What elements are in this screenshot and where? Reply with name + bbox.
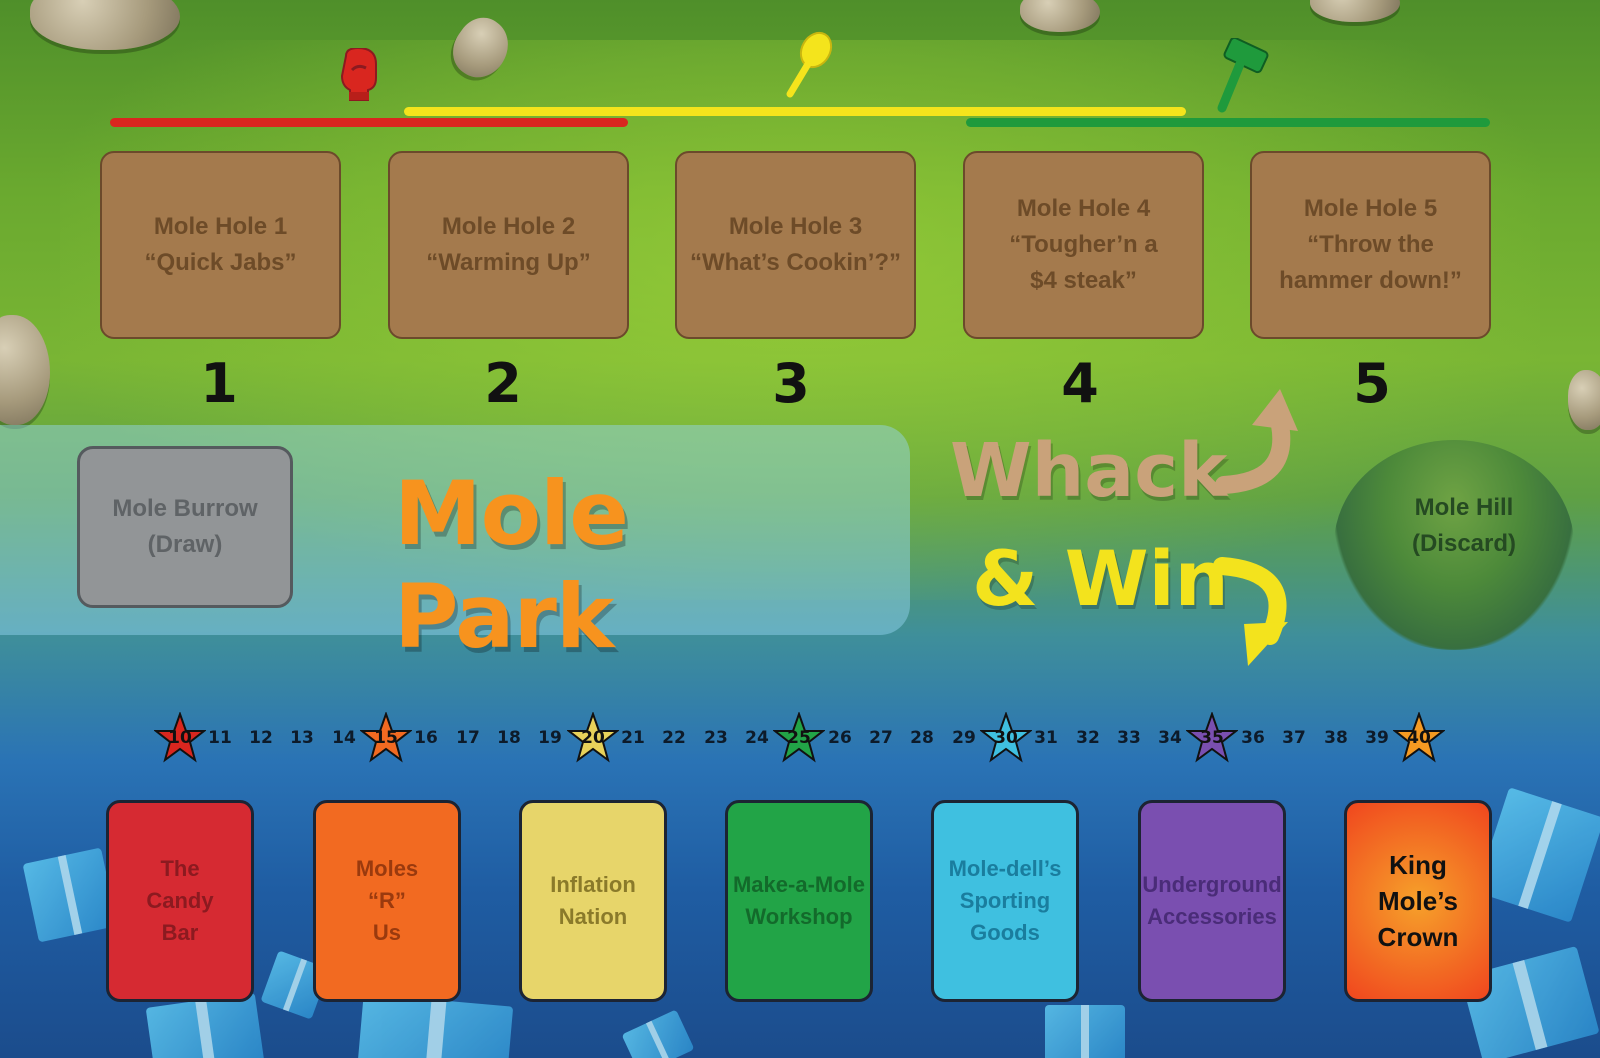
star-20: 20	[566, 710, 620, 764]
mole-hole-card-4[interactable]: Mole Hole 4 “Tougher’n a $4 steak”	[963, 151, 1204, 339]
rock-decoration	[1568, 370, 1600, 430]
rock-decoration	[1310, 0, 1400, 22]
mole-park-title: Mole Park	[394, 462, 629, 668]
star-40: 40	[1392, 710, 1446, 764]
whack-logo-text: Whack	[950, 428, 1228, 514]
hole-number-1: 1	[200, 352, 238, 415]
star-label: 25	[787, 728, 811, 748]
hole-number-5: 5	[1353, 352, 1391, 415]
score-number: 24	[745, 728, 769, 748]
gift-decoration	[1045, 1005, 1125, 1058]
store-card-make-a-mole-workshop[interactable]: Make-a-Mole Workshop	[725, 800, 873, 1002]
game-board: Mole Hole 1 “Quick Jabs” Mole Hole 2 “Wa…	[0, 0, 1600, 1058]
gift-decoration	[22, 847, 118, 943]
score-number: 32	[1076, 728, 1100, 748]
star-35: 35	[1185, 710, 1239, 764]
rock-decoration	[442, 8, 520, 88]
score-track: 11 12 13 14 16 17 18 19 21 22 23 24 26 2…	[150, 710, 1450, 768]
score-number: 26	[828, 728, 852, 748]
store-card-candy-bar[interactable]: The Candy Bar	[106, 800, 254, 1002]
score-number: 37	[1282, 728, 1306, 748]
gift-decoration	[621, 1009, 695, 1058]
mole-hole-card-2[interactable]: Mole Hole 2 “Warming Up”	[388, 151, 629, 339]
star-10: 10	[153, 710, 207, 764]
gift-decoration	[356, 993, 514, 1058]
mole-hole-card-1[interactable]: Mole Hole 1 “Quick Jabs”	[100, 151, 341, 339]
score-number: 33	[1117, 728, 1141, 748]
score-number: 36	[1241, 728, 1265, 748]
score-number: 38	[1324, 728, 1348, 748]
hammer-icon	[1217, 38, 1269, 113]
score-number: 28	[910, 728, 934, 748]
mole-hole-card-3[interactable]: Mole Hole 3 “What’s Cookin’?”	[675, 151, 916, 339]
star-30: 30	[979, 710, 1033, 764]
star-25: 25	[772, 710, 826, 764]
star-15: 15	[359, 710, 413, 764]
store-card-inflation-nation[interactable]: Inflation Nation	[519, 800, 667, 1002]
score-number: 19	[538, 728, 562, 748]
star-label: 35	[1200, 728, 1224, 748]
curved-arrow-down-icon	[1213, 557, 1288, 666]
star-label: 10	[168, 728, 192, 748]
hole-number-2: 2	[484, 352, 522, 415]
boxing-glove-icon	[340, 48, 377, 101]
score-number: 17	[456, 728, 480, 748]
score-number: 23	[704, 728, 728, 748]
hole-number-4: 4	[1061, 352, 1099, 415]
rock-decoration	[30, 0, 180, 50]
star-label: 30	[994, 728, 1018, 748]
score-number: 34	[1158, 728, 1182, 748]
rock-decoration	[1020, 0, 1100, 32]
score-number: 11	[208, 728, 232, 748]
score-number: 13	[290, 728, 314, 748]
star-label: 15	[374, 728, 398, 748]
yellow-track-line	[404, 107, 1186, 116]
spoon-icon	[786, 31, 833, 98]
gift-decoration	[1475, 787, 1600, 923]
score-number: 31	[1034, 728, 1058, 748]
score-number: 14	[332, 728, 356, 748]
rock-decoration	[0, 315, 50, 425]
mole-burrow-draw-pile[interactable]: Mole Burrow (Draw)	[77, 446, 293, 608]
score-number: 21	[621, 728, 645, 748]
score-number: 27	[869, 728, 893, 748]
hole-number-3: 3	[772, 352, 810, 415]
red-track-line	[110, 118, 628, 127]
curved-arrow-up-icon	[1215, 389, 1298, 494]
star-label: 40	[1407, 728, 1431, 748]
score-number: 18	[497, 728, 521, 748]
gift-decoration	[145, 992, 265, 1058]
mole-hole-card-5[interactable]: Mole Hole 5 “Throw the hammer down!”	[1250, 151, 1491, 339]
mole-hill-label: Mole Hill (Discard)	[1411, 494, 1517, 557]
win-logo-text: & Win	[972, 534, 1229, 623]
store-card-king-moles-crown[interactable]: King Mole’s Crown	[1344, 800, 1492, 1002]
store-card-underground-accessories[interactable]: Underground Accessories	[1138, 800, 1286, 1002]
green-track-line	[966, 118, 1490, 127]
score-number: 12	[249, 728, 273, 748]
score-number: 16	[414, 728, 438, 748]
score-number: 29	[952, 728, 976, 748]
score-number: 22	[662, 728, 686, 748]
store-card-mole-dells-sporting-goods[interactable]: Mole-dell’s Sporting Goods	[931, 800, 1079, 1002]
score-number: 39	[1365, 728, 1389, 748]
store-card-moles-r-us[interactable]: Moles “R” Us	[313, 800, 461, 1002]
star-label: 20	[581, 728, 605, 748]
